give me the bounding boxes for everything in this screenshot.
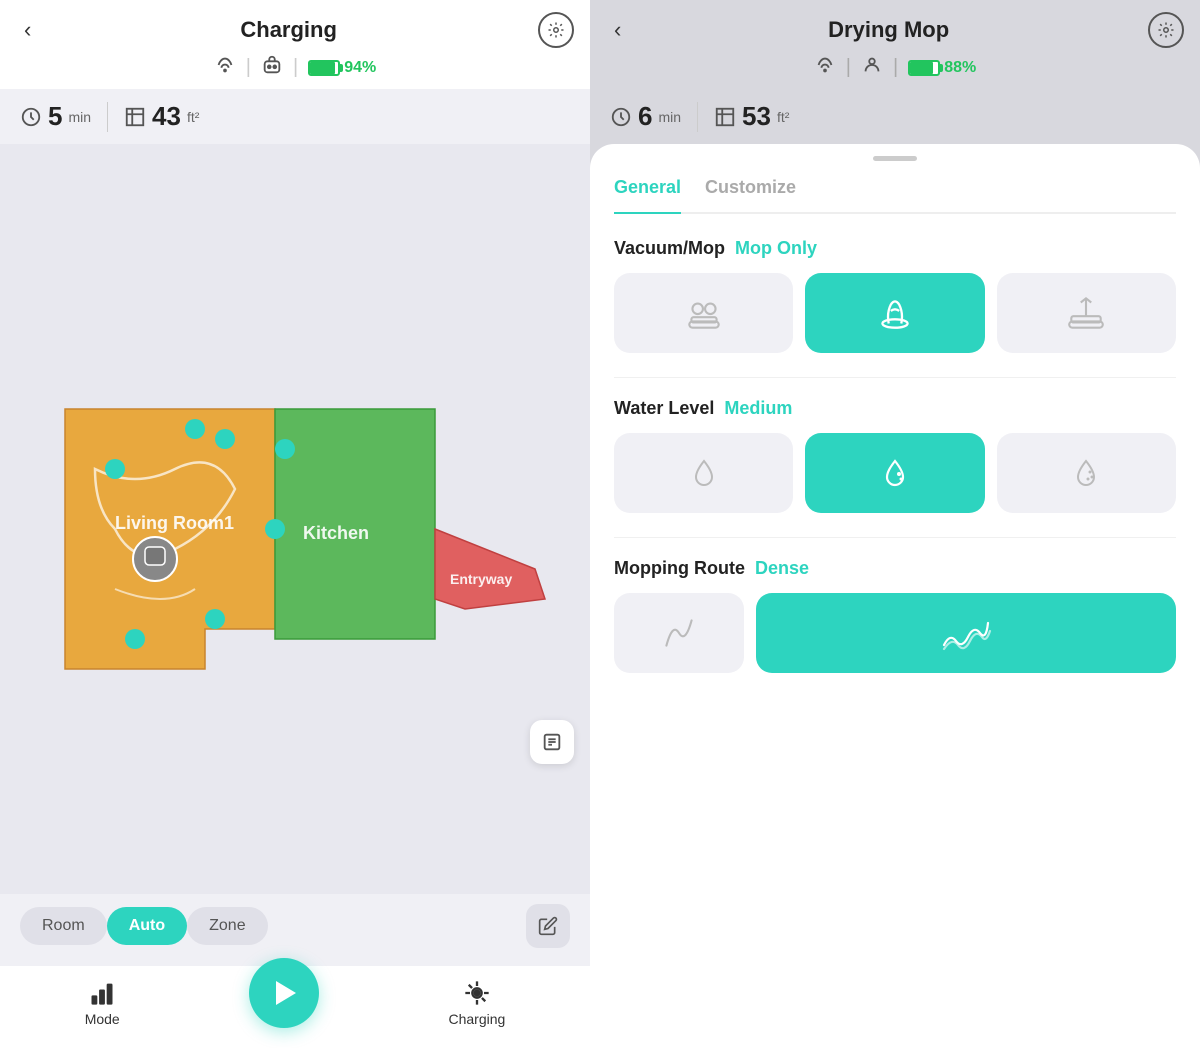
left-status-row: | | 94% — [214, 54, 376, 81]
zone-mode-button[interactable]: Zone — [187, 907, 267, 945]
edit-map-button[interactable] — [526, 904, 570, 948]
right-time-unit: min — [658, 109, 681, 125]
right-divider-2: | — [893, 56, 898, 79]
left-area-stat: 43 ft² — [124, 101, 199, 132]
vacuum-only-button[interactable] — [614, 273, 793, 353]
right-time-stat: 6 min — [610, 101, 681, 132]
svg-text:Entryway: Entryway — [450, 571, 512, 587]
right-status-row: | | 88% — [814, 54, 976, 81]
right-battery-pct: 88% — [944, 59, 976, 77]
right-battery: 88% — [908, 59, 976, 77]
left-time-unit: min — [68, 109, 91, 125]
divider-water — [614, 377, 1176, 378]
combo-button[interactable] — [997, 273, 1176, 353]
svg-text:Living Room1: Living Room1 — [115, 513, 234, 533]
right-settings-button[interactable] — [1148, 12, 1184, 48]
left-time-stat: 5 min — [20, 101, 91, 132]
left-stats: 5 min 43 ft² — [0, 89, 590, 144]
left-area-value: 43 — [152, 101, 181, 132]
mopping-route-options — [614, 593, 1176, 673]
right-header-top: ‹ Drying Mop — [606, 12, 1184, 48]
right-area-value: 53 — [742, 101, 771, 132]
water-level-label: Water Level Medium — [614, 398, 1176, 419]
route-dense-button[interactable] — [756, 593, 1176, 673]
left-title: Charging — [240, 17, 337, 43]
right-panel: ‹ Drying Mop | — [590, 0, 1200, 1048]
right-robot-icon — [861, 54, 883, 81]
left-time-value: 5 — [48, 101, 62, 132]
water-level-value: Medium — [724, 398, 792, 419]
route-light-button[interactable] — [614, 593, 744, 673]
vacuum-mop-options — [614, 273, 1176, 353]
floor-map: Living Room1 Kitchen Entryway — [35, 329, 555, 709]
right-back-button[interactable]: ‹ — [606, 13, 629, 47]
right-stats: 6 min 53 ft² — [590, 89, 1200, 144]
right-header: ‹ Drying Mop | — [590, 0, 1200, 89]
auto-mode-button[interactable]: Auto — [107, 907, 187, 945]
right-area-stat: 53 ft² — [714, 101, 789, 132]
tab-row: General Customize — [614, 177, 1176, 214]
signal-icon — [214, 54, 236, 81]
right-signal-icon — [814, 54, 836, 81]
water-high-button[interactable] — [997, 433, 1176, 513]
charging-nav-label: Charging — [448, 1011, 505, 1027]
play-icon — [276, 981, 296, 1005]
mode-selector: Room Auto Zone — [20, 904, 570, 948]
settings-sheet: General Customize Vacuum/Mop Mop Only — [590, 144, 1200, 1048]
mop-only-button[interactable] — [805, 273, 984, 353]
left-header-top: ‹ Charging — [16, 12, 574, 48]
left-back-button[interactable]: ‹ — [16, 13, 39, 47]
mode-nav-label: Mode — [85, 1011, 120, 1027]
vacuum-mop-label: Vacuum/Mop Mop Only — [614, 238, 1176, 259]
tab-general[interactable]: General — [614, 177, 681, 214]
sheet-handle — [873, 156, 917, 161]
right-area-unit: ft² — [777, 109, 789, 125]
svg-text:Kitchen: Kitchen — [303, 523, 369, 543]
charging-nav-item[interactable]: Charging — [448, 979, 505, 1027]
right-divider-1: | — [846, 56, 851, 79]
room-mode-button[interactable]: Room — [20, 907, 107, 945]
right-time-value: 6 — [638, 101, 652, 132]
right-title: Drying Mop — [828, 17, 949, 43]
left-battery: 94% — [308, 59, 376, 77]
divider-2: | — [293, 56, 298, 79]
bottom-controls: Room Auto Zone — [0, 894, 590, 966]
left-battery-pct: 94% — [344, 59, 376, 77]
left-panel: ‹ Charging | — [0, 0, 590, 1048]
water-low-button[interactable] — [614, 433, 793, 513]
map-container: Living Room1 Kitchen Entryway — [0, 144, 590, 894]
tab-customize[interactable]: Customize — [705, 177, 796, 204]
left-area-unit: ft² — [187, 109, 199, 125]
robot-icon — [261, 54, 283, 81]
map-list-button[interactable] — [530, 720, 574, 764]
divider-1: | — [246, 56, 251, 79]
mode-nav-item[interactable]: Mode — [85, 979, 120, 1027]
divider-route — [614, 537, 1176, 538]
water-level-options — [614, 433, 1176, 513]
left-settings-button[interactable] — [538, 12, 574, 48]
mopping-route-value: Dense — [755, 558, 809, 579]
vacuum-mop-value: Mop Only — [735, 238, 817, 259]
water-medium-button[interactable] — [805, 433, 984, 513]
bottom-nav: Mode Charging — [0, 966, 590, 1048]
left-header: ‹ Charging | — [0, 0, 590, 89]
mopping-route-label: Mopping Route Dense — [614, 558, 1176, 579]
play-button[interactable] — [249, 958, 319, 1028]
